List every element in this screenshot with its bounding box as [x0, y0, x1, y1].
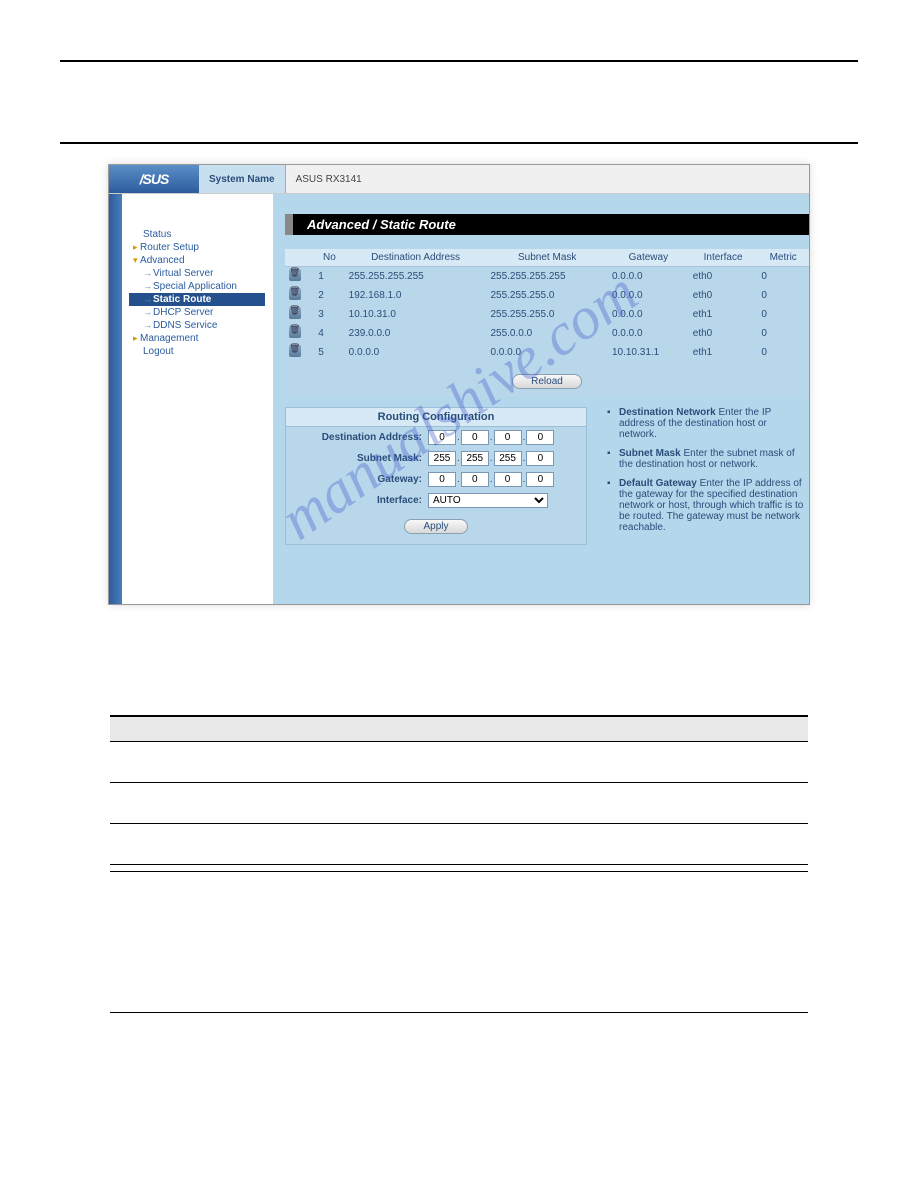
gw-octet-3[interactable] — [494, 472, 522, 487]
page-title: Advanced / Static Route — [285, 214, 809, 235]
iface-label: Interface: — [292, 495, 428, 506]
cell-metric: 0 — [757, 305, 809, 324]
cell-gw: 10.10.31.1 — [608, 343, 689, 362]
cell-no: 5 — [314, 343, 344, 362]
trash-icon[interactable] — [289, 326, 301, 338]
col-iface: Interface — [689, 249, 758, 267]
reload-button[interactable]: Reload — [512, 374, 582, 389]
nav-router-setup[interactable]: Router Setup — [129, 241, 265, 254]
system-name-value: ASUS RX3141 — [286, 165, 809, 193]
cell-gw: 0.0.0.0 — [608, 324, 689, 343]
help-item-destination: Destination Network Enter the IP address… — [607, 407, 805, 440]
table-row: 50.0.0.00.0.0.010.10.31.1eth10 — [285, 343, 809, 362]
help-item-subnet: Subnet Mask Enter the subnet mask of the… — [607, 448, 805, 470]
cell-gw: 0.0.0.0 — [608, 267, 689, 287]
trash-icon[interactable] — [289, 345, 301, 357]
col-delete — [285, 249, 314, 267]
gray-band — [110, 715, 808, 742]
nav-virtual-server[interactable]: Virtual Server — [129, 267, 265, 280]
system-name-label: System Name — [199, 165, 286, 193]
apply-button[interactable]: Apply — [404, 519, 467, 534]
cell-gw: 0.0.0.0 — [608, 305, 689, 324]
mask-octet-4[interactable] — [526, 451, 554, 466]
nav-static-route[interactable]: Static Route — [129, 293, 265, 306]
trash-icon[interactable] — [289, 269, 301, 281]
cell-iface: eth0 — [689, 286, 758, 305]
table-row: 2192.168.1.0255.255.255.00.0.0.0eth00 — [285, 286, 809, 305]
cell-metric: 0 — [757, 286, 809, 305]
trash-icon[interactable] — [289, 307, 301, 319]
routing-config-box: Routing Configuration Destination Addres… — [285, 407, 587, 545]
trash-icon[interactable] — [289, 288, 301, 300]
cell-dest: 0.0.0.0 — [345, 343, 487, 362]
mask-label: Subnet Mask: — [292, 453, 428, 464]
cell-no: 3 — [314, 305, 344, 324]
sidebar-nav: Status Router Setup Advanced Virtual Ser… — [127, 224, 267, 362]
cell-dest: 239.0.0.0 — [345, 324, 487, 343]
cell-mask: 255.255.255.255 — [486, 267, 608, 287]
cell-iface: eth1 — [689, 343, 758, 362]
dest-octet-4[interactable] — [526, 430, 554, 445]
cell-iface: eth1 — [689, 305, 758, 324]
gw-label: Gateway: — [292, 474, 428, 485]
gw-octet-4[interactable] — [526, 472, 554, 487]
cell-metric: 0 — [757, 343, 809, 362]
asus-logo: /SUS — [109, 165, 199, 193]
cell-dest: 255.255.255.255 — [345, 267, 487, 287]
cell-dest: 10.10.31.0 — [345, 305, 487, 324]
nav-ddns-service[interactable]: DDNS Service — [129, 319, 265, 332]
mask-octet-1[interactable] — [428, 451, 456, 466]
nav-management[interactable]: Management — [129, 332, 265, 345]
dest-octet-3[interactable] — [494, 430, 522, 445]
cell-metric: 0 — [757, 267, 809, 287]
nav-special-application[interactable]: Special Application — [129, 280, 265, 293]
col-mask: Subnet Mask — [486, 249, 608, 267]
cell-gw: 0.0.0.0 — [608, 286, 689, 305]
routing-config-title: Routing Configuration — [286, 408, 586, 427]
table-row: 1255.255.255.255255.255.255.2550.0.0.0et… — [285, 267, 809, 287]
col-no: No — [314, 249, 344, 267]
dest-label: Destination Address: — [292, 432, 428, 443]
table-row: 4239.0.0.0255.0.0.00.0.0.0eth00 — [285, 324, 809, 343]
col-dest: Destination Address — [345, 249, 487, 267]
cell-mask: 255.255.255.0 — [486, 286, 608, 305]
col-gw: Gateway — [608, 249, 689, 267]
router-admin-screenshot: /SUS System Name ASUS RX3141 Status Rout… — [108, 164, 810, 605]
col-metric: Metric — [757, 249, 809, 267]
cell-mask: 0.0.0.0 — [486, 343, 608, 362]
gw-octet-2[interactable] — [461, 472, 489, 487]
cell-mask: 255.0.0.0 — [486, 324, 608, 343]
cell-metric: 0 — [757, 324, 809, 343]
route-table: No Destination Address Subnet Mask Gatew… — [285, 249, 809, 362]
cell-no: 4 — [314, 324, 344, 343]
nav-logout[interactable]: Logout — [129, 345, 265, 358]
route-table-box: No Destination Address Subnet Mask Gatew… — [285, 249, 809, 397]
help-panel: Destination Network Enter the IP address… — [607, 407, 809, 545]
help-item-gateway: Default Gateway Enter the IP address of … — [607, 478, 805, 533]
cell-iface: eth0 — [689, 324, 758, 343]
mask-octet-2[interactable] — [461, 451, 489, 466]
interface-select[interactable]: AUTO — [428, 493, 548, 508]
cell-iface: eth0 — [689, 267, 758, 287]
dest-octet-2[interactable] — [461, 430, 489, 445]
nav-dhcp-server[interactable]: DHCP Server — [129, 306, 265, 319]
cell-no: 1 — [314, 267, 344, 287]
gw-octet-1[interactable] — [428, 472, 456, 487]
table-row: 310.10.31.0255.255.255.00.0.0.0eth10 — [285, 305, 809, 324]
topbar: /SUS System Name ASUS RX3141 — [109, 165, 809, 194]
nav-advanced[interactable]: Advanced — [129, 254, 265, 267]
cell-no: 2 — [314, 286, 344, 305]
nav-status[interactable]: Status — [129, 228, 265, 241]
cell-mask: 255.255.255.0 — [486, 305, 608, 324]
cell-dest: 192.168.1.0 — [345, 286, 487, 305]
dest-octet-1[interactable] — [428, 430, 456, 445]
mask-octet-3[interactable] — [494, 451, 522, 466]
